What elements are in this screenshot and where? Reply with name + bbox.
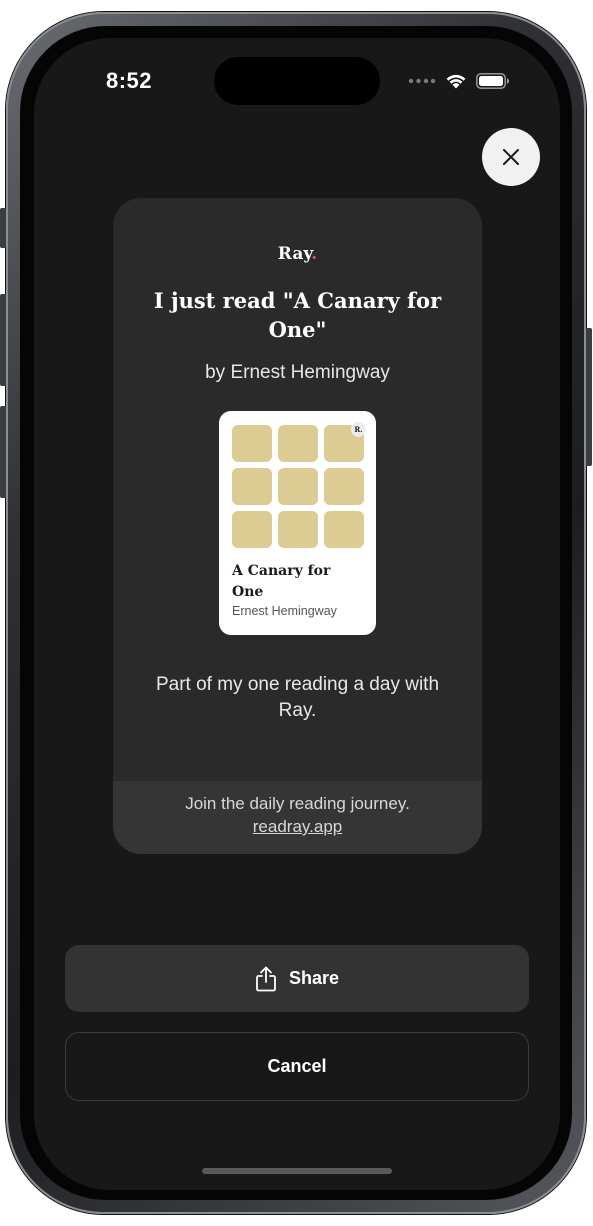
signal-dots-icon — [408, 78, 436, 83]
share-preview-card: Ray. I just read "A Canary for One" by E… — [113, 198, 482, 854]
card-title: I just read "A Canary for One" — [153, 288, 442, 342]
battery-icon — [476, 72, 509, 89]
action-button — [0, 208, 6, 248]
status-time: 8:52 — [106, 68, 153, 93]
footer-text: Join the daily reading journey. — [185, 794, 410, 813]
status-icons — [408, 72, 510, 89]
home-indicator[interactable] — [202, 1168, 392, 1174]
book-card: R. A Canary for One Ernest Hemingway — [219, 411, 376, 635]
cover-tile — [324, 468, 364, 505]
dynamic-island — [214, 57, 380, 105]
card-author: by Ernest Hemingway — [205, 362, 390, 383]
volume-up-button — [0, 294, 6, 386]
brand-name: Ray — [277, 244, 312, 264]
share-icon — [256, 966, 276, 991]
close-button[interactable] — [482, 128, 540, 186]
close-icon — [503, 149, 519, 165]
footer-link[interactable]: readray.app — [113, 817, 482, 837]
cancel-button[interactable]: Cancel — [65, 1032, 529, 1101]
power-button — [586, 328, 592, 466]
book-author: Ernest Hemingway — [232, 604, 337, 618]
cover-tile — [232, 468, 272, 505]
share-button[interactable]: Share — [65, 945, 529, 1012]
book-cover-grid — [232, 425, 364, 548]
wifi-icon — [446, 74, 466, 89]
cover-tile — [324, 511, 364, 548]
cover-tile — [278, 511, 318, 548]
card-footer: Join the daily reading journey. readray.… — [113, 781, 482, 854]
book-title: A Canary for One — [232, 563, 331, 600]
cover-tile — [278, 425, 318, 462]
mini-brand-logo: R. — [351, 422, 366, 437]
cover-tile — [232, 511, 272, 548]
screen: 8:52 Ray. I just read "A Canary for One"… — [34, 38, 560, 1190]
cancel-button-label: Cancel — [267, 1056, 327, 1076]
brand-logo: Ray. — [113, 244, 482, 264]
cover-tile — [232, 425, 272, 462]
brand-dot: . — [311, 244, 318, 264]
share-button-label: Share — [288, 968, 340, 988]
cover-tile — [278, 468, 318, 505]
volume-down-button — [0, 406, 6, 498]
card-message: Part of my one reading a day with Ray. — [155, 674, 440, 721]
